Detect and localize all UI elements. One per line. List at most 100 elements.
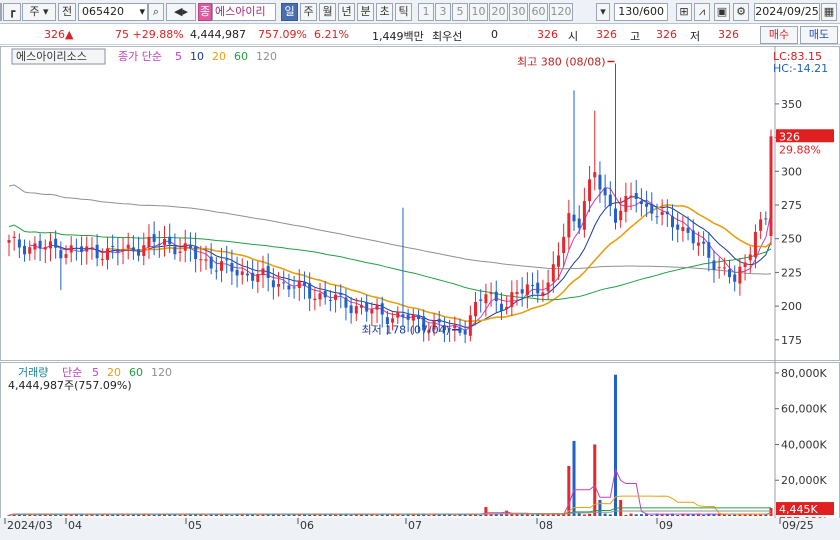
volume-bar	[556, 514, 560, 516]
candle-body	[318, 293, 322, 300]
candle-body	[655, 216, 659, 218]
stock-name-field[interactable]: 에스아이리	[212, 3, 276, 21]
low-value: 326	[718, 28, 739, 41]
ma-legend-60: 60	[234, 50, 248, 63]
period-1-button[interactable]: 주	[300, 3, 317, 21]
volume-bar	[349, 514, 353, 516]
period-5-button[interactable]: 초	[376, 3, 393, 21]
candle-body	[245, 273, 249, 276]
candle-body	[702, 241, 706, 244]
candle-body	[608, 194, 612, 207]
priority-value: 0	[491, 28, 498, 41]
candle-body	[111, 246, 115, 248]
candle-body	[588, 179, 592, 202]
candle-body	[157, 243, 161, 245]
volume-bar	[484, 507, 488, 516]
volume-tick-label: 20,000K	[781, 474, 827, 487]
candle-body	[282, 282, 286, 284]
candle-body	[437, 318, 441, 323]
save-icon[interactable]: ▣	[714, 3, 730, 21]
candle-body	[494, 291, 498, 302]
prev-button[interactable]: 전	[58, 3, 76, 21]
open-value: 326	[596, 28, 617, 41]
candle-body	[391, 318, 395, 323]
x-tick-label: 09	[659, 519, 673, 532]
volume-bar	[85, 514, 89, 516]
candle-body	[365, 302, 369, 312]
candle-body	[401, 314, 405, 317]
candle-body	[396, 311, 400, 318]
volume-bar	[634, 514, 638, 516]
period-4-button[interactable]: 분	[357, 3, 374, 21]
price-value: 326	[44, 28, 65, 41]
ma-legend-20: 20	[212, 50, 226, 63]
candle-body	[137, 249, 141, 256]
quote-bar: 326 ▲ 75 +29.88% 4,444,987 757.09% 6.21%…	[0, 25, 840, 45]
candle-body	[204, 259, 208, 261]
candle-body	[417, 316, 421, 319]
candle-body	[671, 216, 675, 228]
candle-body	[551, 264, 555, 282]
candle-body	[660, 211, 664, 215]
volume-bar	[567, 465, 571, 516]
dropdown-icon[interactable]: ▾	[596, 3, 610, 21]
interval-10-button[interactable]: 10	[469, 3, 488, 21]
candle-body	[7, 240, 11, 243]
interval-20-button[interactable]: 20	[489, 3, 508, 21]
interval-5-button[interactable]: 5	[452, 3, 468, 21]
candle-body	[515, 291, 519, 295]
candle-body	[650, 205, 654, 214]
sell-button[interactable]: 매도	[800, 26, 838, 44]
interval-30-button[interactable]: 30	[509, 3, 528, 21]
volume-bar	[297, 514, 301, 516]
count-input[interactable]: 130/600	[614, 3, 668, 21]
hc-label: HC:-14.21	[773, 62, 828, 75]
chart-icon[interactable]: ⩘	[694, 3, 710, 21]
date-input[interactable]: 2024/09/25	[754, 3, 820, 21]
candle-body	[28, 247, 32, 254]
volume-bar	[728, 514, 732, 516]
candle-body	[194, 246, 198, 260]
period-0-button[interactable]: 일	[281, 3, 298, 21]
candle-body	[717, 267, 721, 269]
candle-body	[748, 254, 752, 261]
interval-60-button[interactable]: 60	[529, 3, 548, 21]
candle-body	[634, 193, 638, 199]
candle-body	[764, 218, 768, 220]
candle-body	[619, 210, 623, 221]
interval-3-button[interactable]: 3	[435, 3, 451, 21]
period-2-button[interactable]: 월	[319, 3, 336, 21]
period-type-select[interactable]: 주 ▾	[22, 3, 56, 21]
volume-ma-label: 단순	[62, 366, 82, 379]
price-volume-chart[interactable]: 35032530027525022520017580,000K60,000K40…	[0, 46, 840, 540]
low-label: 저	[690, 30, 701, 43]
volume-bar	[385, 514, 389, 516]
interval-1-button[interactable]: 1	[418, 3, 434, 21]
candle-body	[100, 259, 104, 261]
speaker-icon[interactable]: ◀▸	[166, 3, 196, 21]
candle-body	[173, 246, 177, 255]
chart-mode-icon[interactable]: ┏	[3, 3, 21, 21]
candle-body	[463, 330, 467, 335]
grid-icon[interactable]: ⊞	[676, 3, 692, 21]
stock-title: 에스아이리소스	[16, 50, 87, 63]
open-label: 시	[568, 30, 579, 43]
priority-label: 최우선	[432, 30, 463, 43]
candle-body	[313, 298, 317, 301]
period-6-button[interactable]: 틱	[395, 3, 412, 21]
volume-bar	[427, 515, 431, 516]
search-icon[interactable]: ⌕	[148, 3, 164, 21]
candle-body	[147, 236, 151, 247]
calendar-icon[interactable]: ▦	[821, 3, 837, 21]
buy-button[interactable]: 매수	[760, 26, 798, 44]
period-3-button[interactable]: 년	[338, 3, 355, 21]
gear-icon[interactable]: ⚙	[733, 3, 749, 21]
volume-tick-label: 40,000K	[781, 438, 827, 451]
candle-body	[188, 245, 192, 249]
volume-bar	[401, 514, 405, 516]
interval-120-button[interactable]: 120	[549, 3, 573, 21]
volume-bar	[769, 508, 773, 516]
stock-code-input[interactable]: 065420 ▾	[78, 3, 148, 21]
candle-body	[546, 282, 550, 292]
volume-bar	[624, 514, 628, 516]
